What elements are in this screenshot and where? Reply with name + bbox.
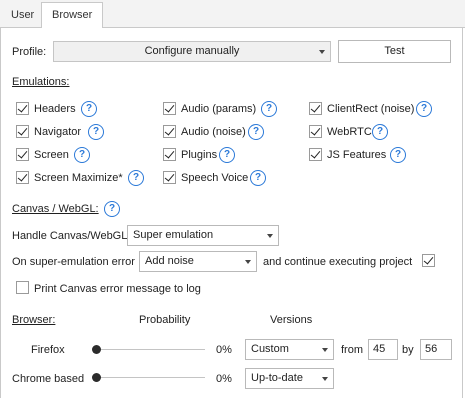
chrome-probability-value: 0% — [216, 373, 232, 385]
chrome-based-label: Chrome based — [12, 373, 85, 385]
help-icon[interactable]: ? — [88, 124, 104, 140]
test-button[interactable]: Test — [338, 40, 451, 63]
clientrect-noise-checkbox[interactable] — [309, 102, 322, 115]
headers-checkbox[interactable] — [16, 102, 29, 115]
js-features-label: JS Features — [327, 149, 387, 161]
webrtc-checkbox[interactable] — [309, 125, 322, 138]
continue-executing-label: and continue executing project — [263, 256, 413, 268]
chevron-down-icon — [319, 50, 325, 54]
chrome-version-select[interactable]: Up-to-date — [245, 368, 334, 389]
chevron-down-icon — [322, 377, 328, 381]
audio-noise-checkbox[interactable] — [163, 125, 176, 138]
canvas-webgl-title: Canvas / WebGL: — [12, 203, 99, 215]
versions-header: Versions — [270, 314, 313, 326]
profile-label: Profile: — [12, 46, 47, 58]
super-emulation-error-label: On super-emulation error — [12, 256, 135, 268]
webrtc-label: WebRTC — [327, 126, 372, 138]
tab-user[interactable]: User — [0, 2, 45, 28]
profile-select-value: Configure manually — [144, 45, 240, 57]
navigator-checkbox[interactable] — [16, 125, 29, 138]
tab-bar: User Browser — [0, 0, 465, 29]
speech-voice-label: Speech Voice — [181, 172, 249, 184]
help-icon[interactable]: ? — [104, 201, 120, 217]
screen-maximize-checkbox[interactable] — [16, 171, 29, 184]
chrome-version-value: Up-to-date — [251, 372, 303, 384]
version-to-input[interactable]: 56 — [420, 339, 452, 360]
handle-canvas-label: Handle Canvas/WebGL — [12, 230, 128, 242]
handle-canvas-select[interactable]: Super emulation — [127, 225, 279, 246]
speech-voice-checkbox[interactable] — [163, 171, 176, 184]
version-from-input[interactable]: 45 — [368, 339, 398, 360]
help-icon[interactable]: ? — [416, 101, 432, 117]
firefox-version-value: Custom — [251, 343, 289, 355]
firefox-version-select[interactable]: Custom — [245, 339, 334, 360]
navigator-label: Navigator — [34, 126, 82, 138]
headers-label: Headers — [34, 103, 76, 115]
help-icon[interactable]: ? — [219, 147, 235, 163]
audio-noise-label: Audio (noise) — [181, 126, 246, 138]
plugins-checkbox[interactable] — [163, 148, 176, 161]
firefox-label: Firefox — [31, 344, 65, 356]
chrome-slider-thumb[interactable] — [92, 373, 101, 382]
help-icon[interactable]: ? — [390, 147, 406, 163]
help-icon[interactable]: ? — [248, 124, 264, 140]
chevron-down-icon — [322, 348, 328, 352]
help-icon[interactable]: ? — [128, 170, 144, 186]
print-canvas-error-checkbox[interactable] — [16, 281, 29, 294]
js-features-checkbox[interactable] — [309, 148, 322, 161]
help-icon[interactable]: ? — [261, 101, 277, 117]
browser-title: Browser: — [12, 314, 56, 326]
chevron-down-icon — [245, 260, 251, 264]
screen-checkbox[interactable] — [16, 148, 29, 161]
firefox-slider-thumb[interactable] — [92, 345, 101, 354]
help-icon[interactable]: ? — [81, 101, 97, 117]
firefox-probability-slider[interactable] — [95, 349, 205, 350]
from-label: from — [341, 344, 363, 356]
chrome-probability-slider[interactable] — [95, 377, 205, 378]
by-label: by — [402, 344, 414, 356]
chevron-down-icon — [267, 234, 273, 238]
firefox-probability-value: 0% — [216, 344, 232, 356]
help-icon[interactable]: ? — [74, 147, 90, 163]
continue-executing-checkbox[interactable] — [422, 254, 435, 267]
tab-browser[interactable]: Browser — [41, 2, 104, 29]
audio-params-checkbox[interactable] — [163, 102, 176, 115]
browser-settings-panel: Profile: Configure manually Test Emulati… — [0, 28, 463, 398]
clientrect-noise-label: ClientRect (noise) — [327, 103, 415, 115]
plugins-label: Plugins — [181, 149, 218, 161]
help-icon[interactable]: ? — [372, 124, 388, 140]
screen-maximize-label: Screen Maximize* — [34, 172, 123, 184]
audio-params-label: Audio (params) — [181, 103, 257, 115]
emulations-title: Emulations: — [12, 76, 70, 88]
probability-header: Probability — [139, 314, 191, 326]
help-icon[interactable]: ? — [250, 170, 266, 186]
handle-canvas-value: Super emulation — [133, 229, 214, 241]
super-emulation-error-value: Add noise — [145, 255, 194, 267]
super-emulation-error-select[interactable]: Add noise — [139, 251, 257, 272]
screen-label: Screen — [34, 149, 69, 161]
profile-select[interactable]: Configure manually — [53, 41, 331, 62]
print-canvas-error-label: Print Canvas error message to log — [34, 283, 201, 295]
